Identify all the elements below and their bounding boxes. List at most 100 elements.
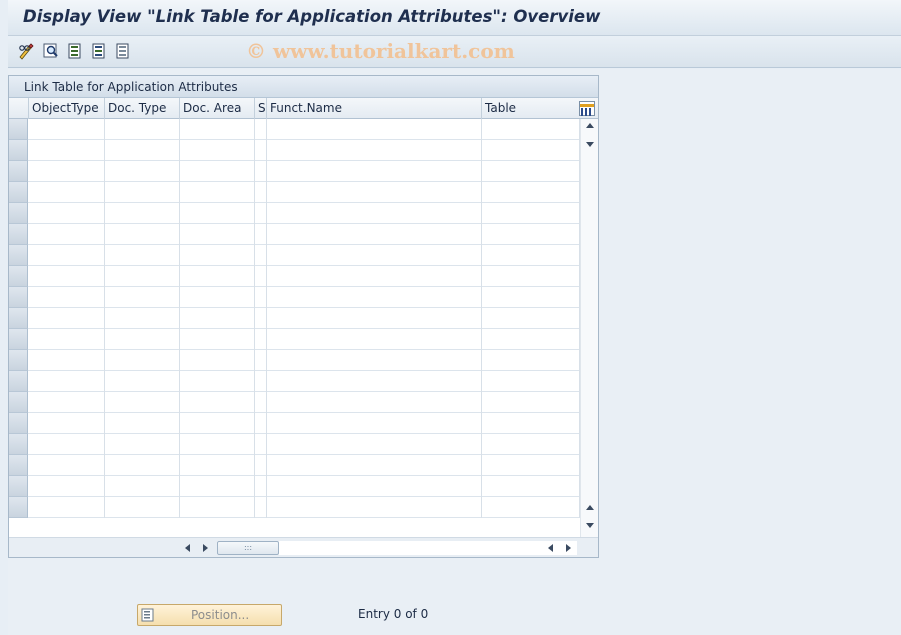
table-cell[interactable]: [267, 476, 482, 497]
table-cell[interactable]: [255, 224, 267, 245]
table-cell[interactable]: [255, 413, 267, 434]
table-cell[interactable]: [105, 119, 180, 140]
table-cell[interactable]: [482, 371, 580, 392]
table-cell[interactable]: [180, 161, 255, 182]
table-cell[interactable]: [267, 497, 482, 518]
table-cell[interactable]: [255, 182, 267, 203]
table-cell[interactable]: [482, 287, 580, 308]
table-cell[interactable]: [255, 371, 267, 392]
table-cell[interactable]: [105, 497, 180, 518]
row-selector[interactable]: [9, 350, 28, 371]
table-cell[interactable]: [267, 350, 482, 371]
column-header-s[interactable]: S: [255, 98, 267, 119]
table-cell[interactable]: [29, 413, 105, 434]
table-cell[interactable]: [105, 308, 180, 329]
table-cell[interactable]: [180, 287, 255, 308]
table-cell[interactable]: [482, 455, 580, 476]
table-cell[interactable]: [180, 119, 255, 140]
row-selector[interactable]: [9, 245, 28, 266]
table-cell[interactable]: [29, 329, 105, 350]
table-cell[interactable]: [180, 224, 255, 245]
column-header-doc-area[interactable]: Doc. Area: [180, 98, 255, 119]
table-cell[interactable]: [29, 224, 105, 245]
table-cell[interactable]: [482, 476, 580, 497]
scroll-right-end-left-icon[interactable]: [548, 544, 553, 552]
table-cell[interactable]: [482, 224, 580, 245]
table-cell[interactable]: [29, 161, 105, 182]
table-cell[interactable]: [180, 266, 255, 287]
row-selector[interactable]: [9, 413, 28, 434]
table-cell[interactable]: [255, 161, 267, 182]
table-cell[interactable]: [180, 413, 255, 434]
table-cell[interactable]: [482, 392, 580, 413]
row-selector[interactable]: [9, 119, 28, 140]
table-cell[interactable]: [180, 371, 255, 392]
row-selector[interactable]: [9, 329, 28, 350]
row-selector[interactable]: [9, 455, 28, 476]
table-cell[interactable]: [180, 308, 255, 329]
table-cell[interactable]: [29, 497, 105, 518]
table-cell[interactable]: [29, 245, 105, 266]
table-cell[interactable]: [180, 455, 255, 476]
table-cell[interactable]: [482, 203, 580, 224]
table-cell[interactable]: [255, 476, 267, 497]
table-cell[interactable]: [180, 203, 255, 224]
table-cell[interactable]: [482, 413, 580, 434]
table-cell[interactable]: [180, 329, 255, 350]
table-cell[interactable]: [180, 392, 255, 413]
table-cell[interactable]: [267, 266, 482, 287]
table-cell[interactable]: [482, 182, 580, 203]
table-cell[interactable]: [180, 497, 255, 518]
table-cell[interactable]: [267, 182, 482, 203]
scroll-down-icon[interactable]: [586, 142, 594, 147]
table-cell[interactable]: [482, 434, 580, 455]
scroll-left-icon[interactable]: [185, 544, 190, 552]
row-selector[interactable]: [9, 161, 28, 182]
table-cell[interactable]: [29, 182, 105, 203]
table-cell[interactable]: [29, 392, 105, 413]
table-cell[interactable]: [29, 140, 105, 161]
scroll-right-icon[interactable]: [203, 544, 208, 552]
table-cell[interactable]: [482, 497, 580, 518]
table-cell[interactable]: [105, 245, 180, 266]
select-all-rows-corner[interactable]: [9, 98, 29, 119]
table-cell[interactable]: [482, 119, 580, 140]
table-cell[interactable]: [482, 245, 580, 266]
table-cell[interactable]: [180, 140, 255, 161]
table-cell[interactable]: [180, 245, 255, 266]
table-cell[interactable]: [180, 476, 255, 497]
table-cell[interactable]: [180, 434, 255, 455]
table-cell[interactable]: [267, 245, 482, 266]
column-header-funct-name[interactable]: Funct.Name: [267, 98, 482, 119]
row-selector[interactable]: [9, 182, 28, 203]
table-cell[interactable]: [105, 476, 180, 497]
table-cell[interactable]: [267, 371, 482, 392]
table-cell[interactable]: [267, 140, 482, 161]
table-cell[interactable]: [180, 182, 255, 203]
table-cell[interactable]: [255, 455, 267, 476]
table-cell[interactable]: [267, 392, 482, 413]
display-change-icon[interactable]: [17, 42, 35, 60]
table-cell[interactable]: [180, 350, 255, 371]
table-cell[interactable]: [105, 266, 180, 287]
select-block-icon[interactable]: [90, 42, 108, 60]
table-cell[interactable]: [255, 203, 267, 224]
scroll-page-down-icon[interactable]: [586, 523, 594, 528]
horizontal-scroll-thumb[interactable]: :::: [217, 541, 279, 555]
row-selector[interactable]: [9, 140, 28, 161]
row-selector[interactable]: [9, 203, 28, 224]
row-selector[interactable]: [9, 371, 28, 392]
table-cell[interactable]: [29, 287, 105, 308]
column-header-doc-type[interactable]: Doc. Type: [105, 98, 180, 119]
table-cell[interactable]: [255, 140, 267, 161]
table-cell[interactable]: [482, 140, 580, 161]
table-cell[interactable]: [255, 350, 267, 371]
table-cell[interactable]: [29, 308, 105, 329]
table-cell[interactable]: [29, 203, 105, 224]
table-cell[interactable]: [105, 350, 180, 371]
table-cell[interactable]: [267, 329, 482, 350]
position-button[interactable]: Position...: [137, 604, 282, 626]
table-cell[interactable]: [255, 308, 267, 329]
table-cell[interactable]: [267, 434, 482, 455]
table-cell[interactable]: [267, 308, 482, 329]
